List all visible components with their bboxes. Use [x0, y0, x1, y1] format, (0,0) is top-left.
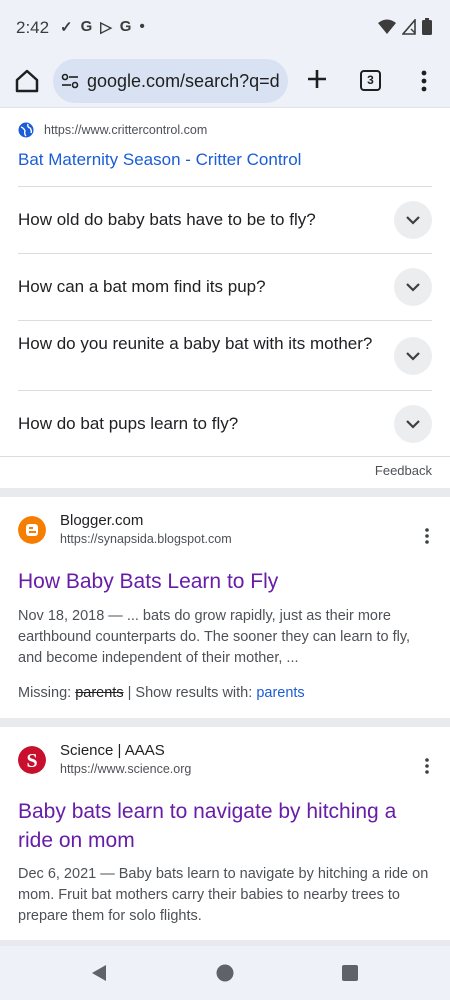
result-title-link[interactable]: Baby bats learn to navigate by hitching …	[18, 797, 428, 855]
status-time: 2:42	[16, 18, 50, 37]
play-store-icon: ▷	[100, 19, 112, 36]
expand-button[interactable]	[394, 268, 432, 306]
recents-icon[interactable]	[342, 965, 358, 981]
result-snippet: Dec 6, 2021 — Baby bats learn to navigat…	[18, 866, 429, 924]
site-url: https://www.science.org	[60, 762, 192, 776]
section-gap	[0, 718, 450, 727]
faq-item[interactable]: How do you reunite a baby bat with its m…	[18, 320, 432, 390]
notification-icons: ✓ G ▷ G •	[60, 18, 145, 36]
system-nav-bar	[0, 946, 450, 1000]
site-name: Blogger.com	[60, 512, 144, 529]
search-results: https://www.crittercontrol.com Bat Mater…	[0, 108, 450, 946]
chevron-down-icon	[406, 283, 420, 292]
more-options-icon[interactable]	[422, 526, 432, 546]
blogger-icon	[18, 516, 46, 544]
expand-button[interactable]	[394, 337, 432, 375]
system-icons	[378, 18, 432, 35]
home-nav-icon[interactable]	[216, 964, 234, 982]
url-text[interactable]: google.com/search?q=d	[87, 71, 283, 92]
home-icon[interactable]	[14, 68, 40, 94]
chevron-down-icon	[406, 216, 420, 225]
result-source[interactable]: Blogger.com https://synapsida.blogspot.c…	[18, 512, 232, 546]
google-icon: G	[80, 18, 93, 35]
signal-icon	[402, 18, 416, 35]
faq-question[interactable]: How do bat pups learn to fly?	[18, 413, 378, 435]
missing-term: parents	[75, 685, 124, 701]
faq-question[interactable]: How do you reunite a baby bat with its m…	[18, 333, 378, 355]
result-source[interactable]: S Science | AAAS https://www.science.org	[18, 742, 191, 776]
expand-button[interactable]	[394, 201, 432, 239]
wifi-icon	[378, 19, 396, 34]
site-name: Science | AAAS	[60, 742, 165, 759]
missing-terms: Missing: parents | Show results with: pa…	[18, 685, 305, 701]
top-result-url: https://www.crittercontrol.com	[44, 123, 208, 137]
tab-switcher-button[interactable]: 3	[360, 70, 381, 91]
feedback-link[interactable]: Feedback	[375, 463, 432, 478]
top-result-link[interactable]: Bat Maternity Season - Critter Control	[18, 150, 301, 170]
google-icon: G	[119, 18, 132, 35]
divider	[0, 456, 450, 457]
battery-icon	[422, 18, 432, 35]
top-result-source: https://www.crittercontrol.com	[18, 122, 207, 138]
section-gap	[0, 488, 450, 497]
browser-toolbar: google.com/search?q=d 3	[0, 56, 450, 108]
result-title-link[interactable]: How Baby Bats Learn to Fly	[18, 567, 428, 596]
more-options-icon[interactable]	[422, 756, 432, 776]
site-info: Blogger.com https://synapsida.blogspot.c…	[60, 512, 232, 546]
svg-text:S: S	[26, 750, 37, 772]
faq-question[interactable]: How can a bat mom find its pup?	[18, 276, 378, 298]
show-results-link[interactable]: parents	[256, 685, 304, 701]
globe-icon	[18, 122, 34, 138]
more-menu-icon[interactable]	[414, 69, 434, 93]
site-settings-icon[interactable]	[61, 73, 79, 89]
missing-label: Missing:	[18, 685, 72, 701]
science-aaas-icon: S	[18, 746, 46, 774]
show-results-label: | Show results with:	[127, 685, 253, 701]
chevron-down-icon	[406, 352, 420, 361]
new-tab-icon[interactable]	[304, 66, 330, 92]
status-bar: 2:42 ✓ G ▷ G •	[0, 0, 450, 56]
expand-button[interactable]	[394, 405, 432, 443]
faq-item[interactable]: How do bat pups learn to fly?	[18, 390, 432, 456]
faq-item[interactable]: How can a bat mom find its pup?	[18, 253, 432, 320]
chevron-down-icon	[406, 420, 420, 429]
back-icon[interactable]	[90, 964, 108, 982]
result-snippet: Nov 18, 2018 — ... bats do grow rapidly,…	[18, 608, 411, 666]
more-notifications-dot-icon: •	[139, 18, 145, 35]
address-bar[interactable]: google.com/search?q=d	[53, 59, 288, 103]
faq-item[interactable]: How old do baby bats have to be to fly?	[18, 186, 432, 253]
faq-question[interactable]: How old do baby bats have to be to fly?	[18, 209, 378, 231]
download-done-icon: ✓	[60, 19, 73, 36]
site-info: Science | AAAS https://www.science.org	[60, 742, 191, 776]
site-url: https://synapsida.blogspot.com	[60, 532, 232, 546]
